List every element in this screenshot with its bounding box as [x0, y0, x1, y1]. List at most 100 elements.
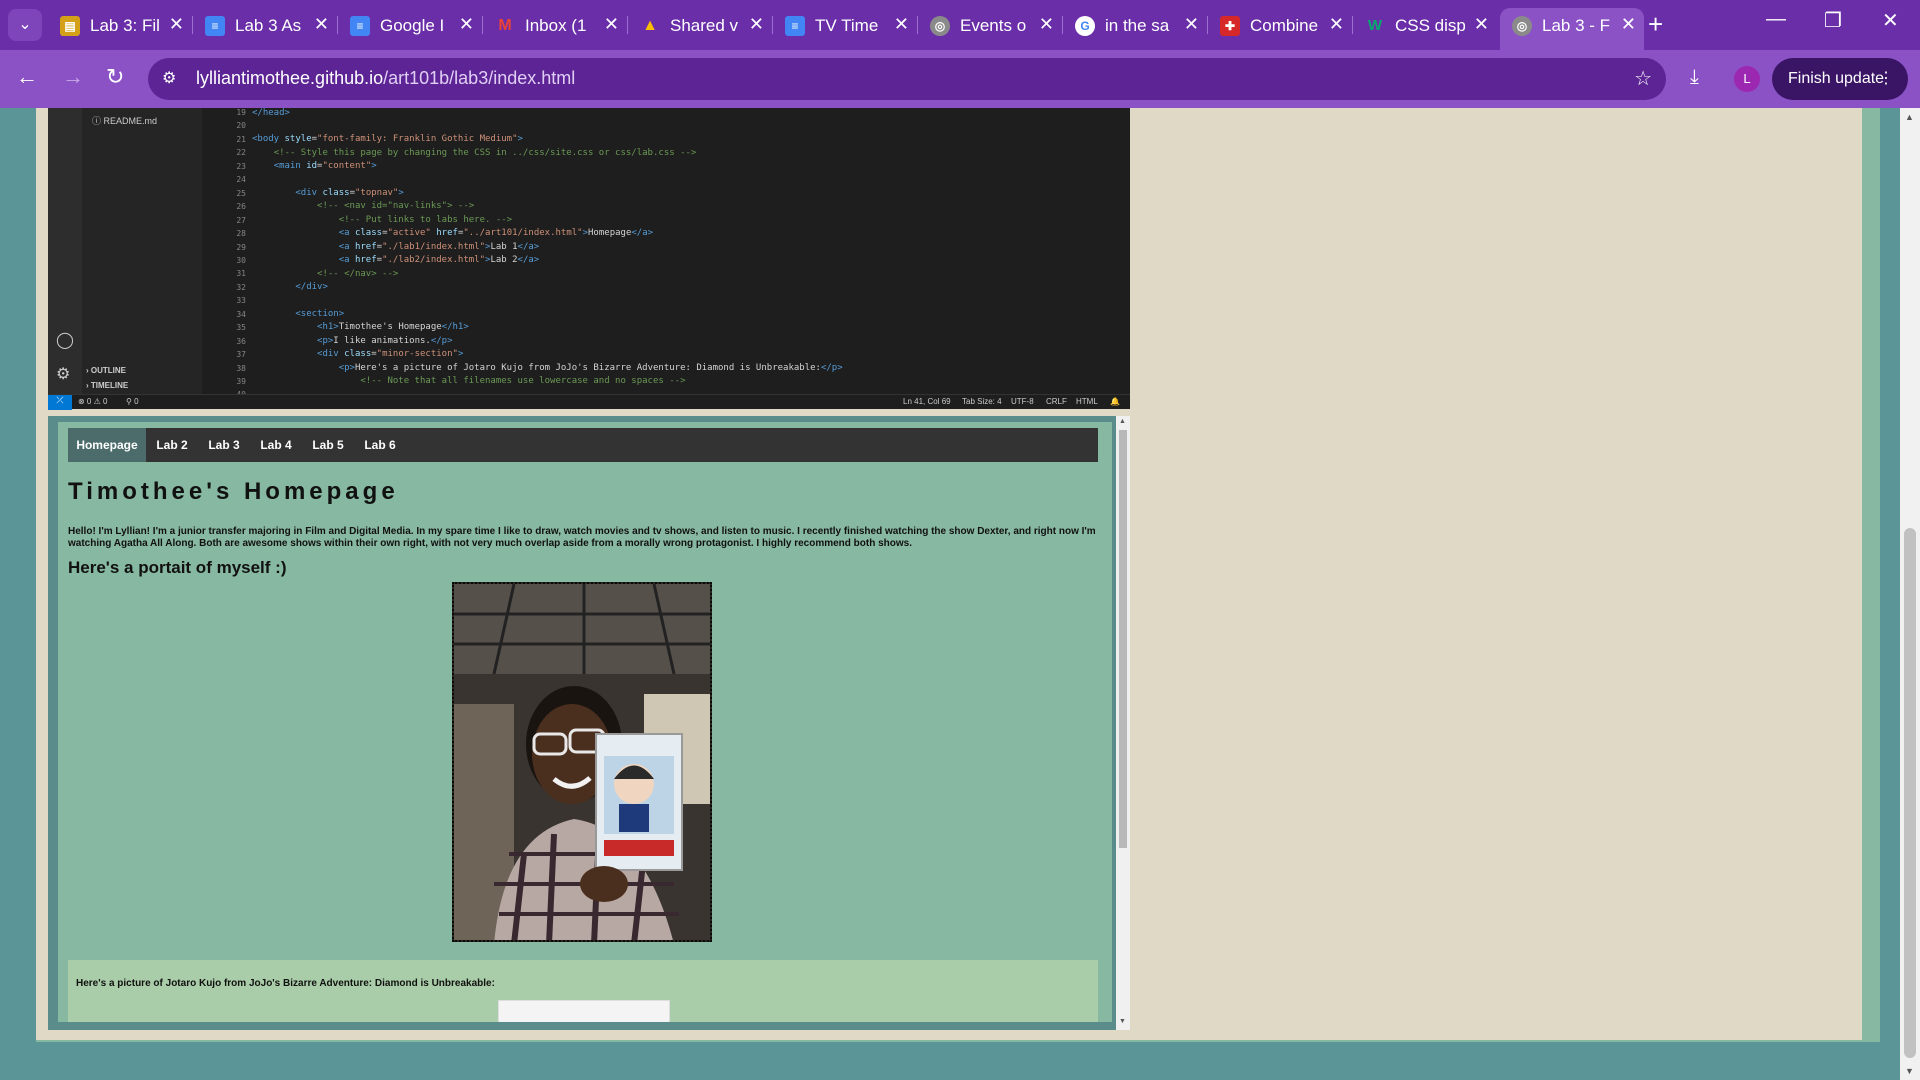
nav-lab3[interactable]: Lab 3 [198, 428, 250, 462]
line-number: 27 [236, 215, 246, 225]
code-line: <main id="content"> [273, 161, 377, 171]
address-bar[interactable]: ⚙ lylliantimothee.github.io/art101b/lab3… [148, 58, 1666, 100]
tab-4[interactable]: M Inbox (1 ✕ [483, 8, 628, 42]
finish-update-button[interactable]: Finish update ⋮ [1772, 58, 1908, 100]
preview-scrollbar[interactable]: ▲ ▼ [1116, 416, 1130, 1030]
tab-3[interactable]: ≡ Google I ✕ [338, 8, 483, 42]
cursor-position: Ln 41, Col 69 [903, 397, 951, 406]
tab-title: in the sa [1105, 16, 1170, 35]
tab-5[interactable]: ▲ Shared v ✕ [628, 8, 773, 42]
tab-title: Lab 3 As [235, 16, 302, 35]
line-number: 28 [236, 229, 246, 239]
tab-6[interactable]: ≡ TV Time ✕ [773, 8, 918, 42]
embedded-video-frame[interactable] [498, 1000, 670, 1022]
close-icon[interactable]: ✕ [894, 14, 909, 35]
intro-paragraph: Hello! I'm Lyllian! I'm a junior transfe… [68, 526, 1096, 549]
reload-button[interactable]: ↻ [106, 64, 124, 90]
close-icon[interactable]: ✕ [1474, 14, 1489, 35]
close-icon[interactable]: ✕ [169, 14, 184, 35]
scroll-up-arrow-icon[interactable]: ▲ [1905, 112, 1914, 122]
line-number: 34 [236, 309, 246, 319]
back-button[interactable]: ← [16, 64, 38, 90]
code-line: <!-- Style this page by changing the CSS… [273, 148, 697, 158]
finish-update-label: Finish update [1788, 70, 1885, 87]
nav-lab2[interactable]: Lab 2 [146, 428, 198, 462]
close-icon[interactable]: ✕ [1039, 14, 1054, 35]
site-preview-frame[interactable]: Homepage Lab 2 Lab 3 Lab 4 Lab 5 Lab 6 T… [48, 416, 1130, 1030]
scroll-down-arrow-icon[interactable]: ▼ [1119, 1018, 1126, 1025]
encoding: UTF-8 [1011, 397, 1034, 406]
line-number: 26 [236, 202, 246, 212]
tab-search-button[interactable]: ⌄ [8, 9, 42, 41]
site-info-icon[interactable]: ⚙ [162, 68, 176, 88]
tab-title: Lab 3: Fil [90, 16, 160, 35]
minor-section-text: Here's a picture of Jotaro Kujo from JoJ… [76, 978, 495, 989]
line-number: 29 [236, 242, 246, 252]
forward-button[interactable]: → [62, 64, 84, 90]
tab-title: Inbox (1 [525, 16, 587, 35]
minimize-button[interactable]: — [1766, 8, 1786, 31]
explorer-file: ⓘ README.md [92, 116, 158, 126]
download-icon[interactable]: ⤓ [1690, 66, 1699, 89]
outline-section: › OUTLINE [86, 366, 126, 375]
tab-7[interactable]: ◎ Events o ✕ [918, 8, 1063, 42]
close-icon[interactable]: ✕ [749, 14, 764, 35]
close-icon[interactable]: ✕ [1621, 14, 1636, 35]
tab-11-active[interactable]: ◎ Lab 3 - F ✕ [1500, 8, 1644, 50]
line-number: 22 [236, 148, 246, 158]
profile-avatar[interactable]: L [1734, 66, 1760, 92]
line-number: 24 [236, 175, 246, 185]
tab-2[interactable]: ≡ Lab 3 As ✕ [193, 8, 338, 42]
nav-lab6[interactable]: Lab 6 [354, 428, 406, 462]
page-viewport: ◯ ⚙ ⓘ README.md › OUTLINE › TIMELINE 19 2… [0, 108, 1900, 1080]
preview-scroll-thumb[interactable] [1119, 430, 1127, 848]
code-line: </div> [295, 282, 328, 292]
portrait-heading: Here's a portait of myself :) [68, 558, 287, 577]
code-line: <body style="font-family: Franklin Gothi… [252, 134, 523, 144]
code-line: <div class="minor-section"> [317, 349, 464, 359]
more-vert-icon[interactable]: ⋮ [1878, 58, 1894, 100]
close-icon[interactable]: ✕ [1329, 14, 1344, 35]
gmail-icon: M [498, 17, 512, 34]
tab-10[interactable]: W CSS disp ✕ [1353, 8, 1497, 42]
close-icon[interactable]: ✕ [1184, 14, 1199, 35]
page-scrollbar[interactable]: ▲ ▼ [1900, 108, 1920, 1080]
close-icon[interactable]: ✕ [314, 14, 329, 35]
scroll-up-arrow-icon[interactable]: ▲ [1119, 418, 1126, 425]
url-path: /art101b/lab3/index.html [383, 68, 576, 88]
code-line: <section> [295, 309, 345, 319]
scroll-down-arrow-icon[interactable]: ▼ [1905, 1066, 1914, 1076]
tab-strip: ⌄ ▤ Lab 3: Fil ✕ ≡ Lab 3 As ✕ ≡ Google I… [0, 0, 1920, 50]
close-window-button[interactable]: ✕ [1882, 8, 1899, 33]
account-icon: ◯ [56, 332, 74, 349]
vscode-activity-bar: ◯ ⚙ [48, 108, 82, 394]
code-line: <!-- Note that all filenames use lowerca… [360, 376, 686, 386]
bookmark-star-icon[interactable]: ☆ [1634, 66, 1652, 91]
tab-9[interactable]: ✚ Combine ✕ [1208, 8, 1353, 42]
language-mode: HTML [1076, 397, 1098, 406]
close-icon[interactable]: ✕ [604, 14, 619, 35]
nav-lab5[interactable]: Lab 5 [302, 428, 354, 462]
tab-title: Combine [1250, 16, 1319, 35]
code-line: <h1>Timothee's Homepage</h1> [317, 322, 469, 332]
google-icon: G [1075, 16, 1095, 36]
nav-homepage[interactable]: Homepage [68, 428, 146, 462]
tab-8[interactable]: G in the sa ✕ [1063, 8, 1208, 42]
page-scroll-thumb[interactable] [1904, 528, 1916, 1058]
code-line: <p>Here's a picture of Jotaro Kujo from … [338, 363, 843, 373]
line-number: 20 [236, 121, 246, 131]
new-tab-button[interactable]: + [1648, 10, 1663, 38]
portrait-photo [452, 582, 712, 942]
close-icon[interactable]: ✕ [459, 14, 474, 35]
flag-icon: ✚ [1220, 16, 1240, 36]
url-text[interactable]: lylliantimothee.github.io/art101b/lab3/i… [196, 68, 575, 89]
restore-button[interactable]: ❐ [1824, 8, 1842, 33]
line-number: 19 [236, 108, 246, 117]
google-docs-icon: ≡ [785, 16, 805, 36]
code-line: <a href="./lab1/index.html">Lab 1</a> [338, 242, 540, 252]
nav-lab4[interactable]: Lab 4 [250, 428, 302, 462]
tab-title: Google I [380, 16, 445, 35]
bell-icon: 🔔 [1110, 397, 1120, 406]
globe-icon: ◎ [1512, 16, 1532, 36]
tab-1[interactable]: ▤ Lab 3: Fil ✕ [48, 8, 193, 42]
